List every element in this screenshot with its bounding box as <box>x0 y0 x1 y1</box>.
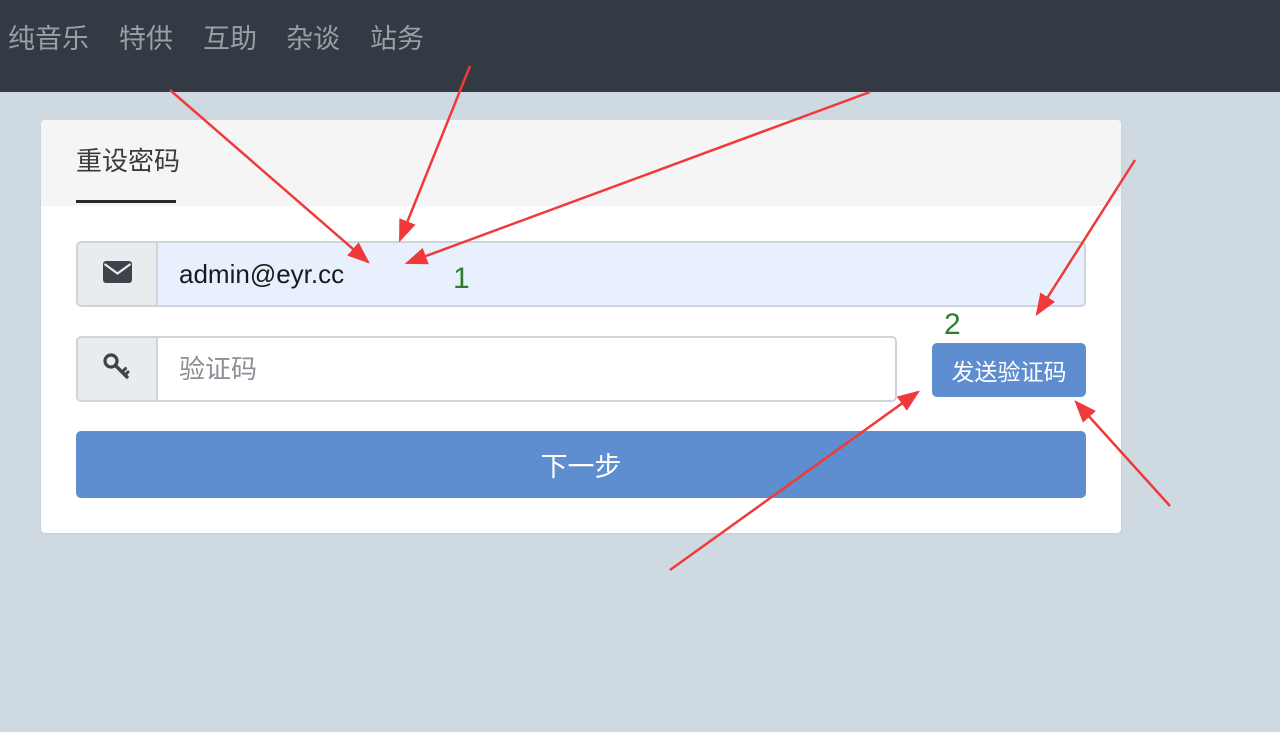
verification-code-input[interactable] <box>158 338 895 400</box>
annotation-label-2: 2 <box>944 308 961 341</box>
next-step-button[interactable]: 下一步 <box>76 431 1086 498</box>
envelope-icon <box>102 261 132 287</box>
tab-reset-password[interactable]: 重设密码 <box>76 144 180 180</box>
email-addon <box>78 243 158 305</box>
email-input-group <box>76 241 1086 307</box>
send-code-button[interactable]: 发送验证码 <box>932 343 1086 397</box>
code-addon <box>78 338 158 400</box>
active-tab-indicator <box>76 200 176 203</box>
card-header: 重设密码 <box>41 120 1121 206</box>
nav-item-pure-music[interactable]: 纯音乐 <box>8 20 89 60</box>
nav-item-mutual-help[interactable]: 互助 <box>203 20 257 60</box>
nav-item-site-affairs[interactable]: 站务 <box>370 20 424 60</box>
code-input-group <box>76 336 897 402</box>
key-icon <box>103 353 131 385</box>
top-navbar: 纯音乐 特供 互助 杂谈 站务 <box>0 0 1280 92</box>
email-input[interactable] <box>158 243 1084 305</box>
nav-item-special[interactable]: 特供 <box>119 20 173 60</box>
annotation-label-1: 1 <box>453 262 470 295</box>
nav-item-chat[interactable]: 杂谈 <box>286 20 340 60</box>
